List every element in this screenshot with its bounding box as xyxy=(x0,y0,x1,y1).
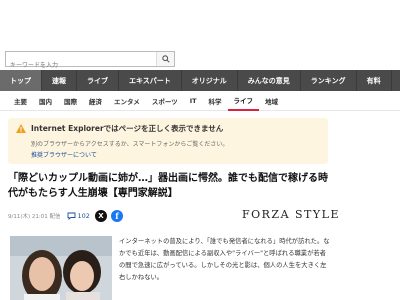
x-share-icon[interactable]: X xyxy=(94,210,107,222)
publish-date: 9/11(木) 21:01 配信 xyxy=(8,214,61,220)
article-photo xyxy=(10,236,112,300)
category-nav: トップ 速報 ライブ エキスパート オリジナル みんなの意見 ランキング 有料 xyxy=(0,70,400,91)
subnav-sports[interactable]: スポーツ xyxy=(146,91,184,111)
subcategory-nav: 主要 国内 国際 経済 エンタメ スポーツ IT 科学 ライフ 地域 xyxy=(0,91,400,111)
article-headline: 「際どいカップル動画に姉が…」器出画に愕然。誰でも配信で稼げる時代がもたらす人生… xyxy=(8,173,328,199)
article-body: インターネットの普及により、「誰でも発信者になれる」時代が訪れた。なかでも近年は… xyxy=(119,238,330,281)
nav-tab-live[interactable]: ライブ xyxy=(77,70,119,91)
comment-link[interactable]: 102 xyxy=(67,212,90,220)
browser-notice: Internet Explorerではページを正しく表示できません 別のブラウザ… xyxy=(8,118,328,164)
nav-tab-expert[interactable]: エキスパート xyxy=(119,70,182,91)
search-box[interactable] xyxy=(5,51,175,73)
notice-description: 別のブラウザーからアクセスするか、スマートフォンからご覧ください。 xyxy=(31,141,229,148)
nav-tab-ranking[interactable]: ランキング xyxy=(301,70,357,91)
comment-icon xyxy=(67,212,75,220)
nav-tab-original[interactable]: オリジナル xyxy=(182,70,238,91)
subnav-main[interactable]: 主要 xyxy=(8,91,33,111)
search-icon xyxy=(161,55,170,63)
nav-tab-opinions[interactable]: みんなの意見 xyxy=(238,70,301,91)
subnav-life[interactable]: ライフ xyxy=(227,91,260,111)
recommended-browser-link[interactable]: 推奨ブラウザーについて xyxy=(16,150,320,159)
subnav-economy[interactable]: 経済 xyxy=(83,91,108,111)
nav-tab-paid[interactable]: 有料 xyxy=(357,70,392,91)
search-button[interactable] xyxy=(156,52,174,66)
warning-icon xyxy=(16,124,26,133)
subnav-international[interactable]: 国際 xyxy=(58,91,83,111)
article-meta: 9/11(木) 21:01 配信 102 X f xyxy=(8,209,123,223)
subnav-it[interactable]: IT xyxy=(184,91,203,111)
comment-count: 102 xyxy=(77,212,90,220)
header-band xyxy=(0,0,400,46)
nav-tab-top[interactable]: トップ xyxy=(0,70,42,91)
subnav-entertainment[interactable]: エンタメ xyxy=(108,91,146,111)
notice-title: Internet Explorerではページを正しく表示できません xyxy=(31,124,224,133)
subnav-domestic[interactable]: 国内 xyxy=(33,91,58,111)
nav-tab-breaking[interactable]: 速報 xyxy=(42,70,77,91)
subnav-local[interactable]: 地域 xyxy=(259,91,284,111)
source-logo: FORZA STYLE xyxy=(242,208,340,221)
facebook-share-icon[interactable]: f xyxy=(110,210,123,222)
subnav-science[interactable]: 科学 xyxy=(203,91,228,111)
